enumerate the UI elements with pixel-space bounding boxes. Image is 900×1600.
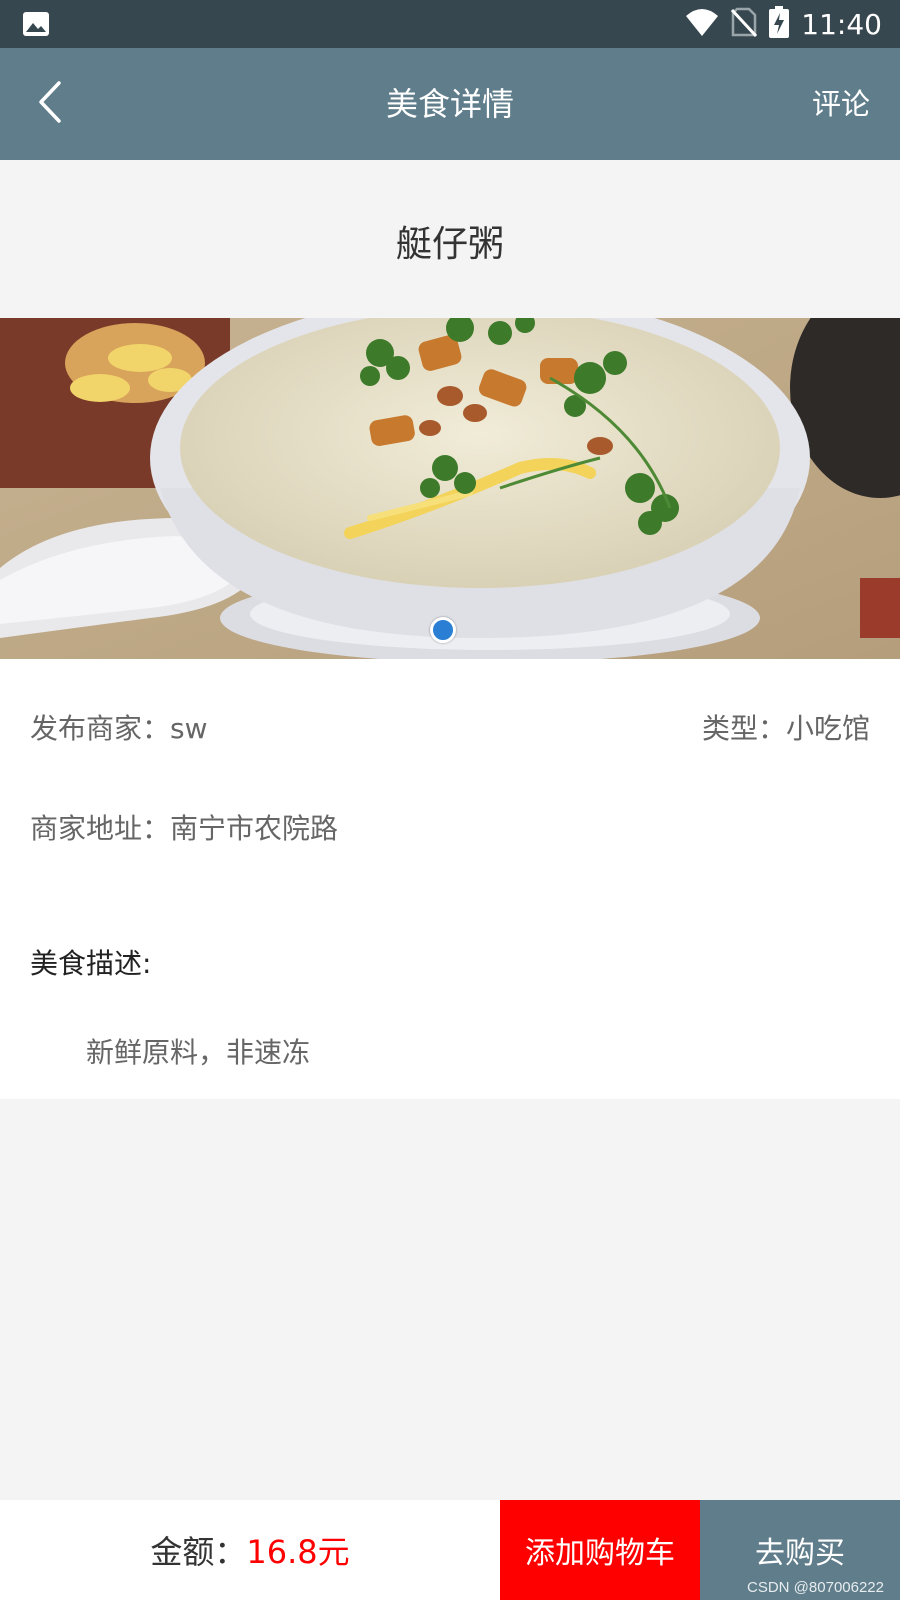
- carousel-indicator-dot[interactable]: [430, 617, 456, 643]
- merchant-label: 发布商家：: [30, 712, 171, 745]
- status-bar: 11:40: [0, 0, 900, 48]
- bowl-of-congee-image: [0, 318, 900, 659]
- battery-charging-icon: [769, 6, 790, 42]
- amount-label: 金额：: [150, 1533, 247, 1571]
- type-row: 类型：小吃馆: [702, 707, 870, 747]
- food-info-section: 发布商家：sw 类型：小吃馆 商家地址：南宁市农院路 美食描述: 新鲜原料，非速…: [0, 659, 900, 1099]
- wifi-icon: [685, 8, 719, 40]
- type-label: 类型：: [701, 712, 786, 745]
- food-name: 艇仔粥: [395, 224, 504, 265]
- comment-button[interactable]: 评论: [812, 48, 870, 160]
- merchant-value: sw: [170, 712, 208, 745]
- address-value: 南宁市农院路: [170, 812, 339, 845]
- amount-display: 金额： 16.8元: [0, 1500, 500, 1600]
- food-image-carousel[interactable]: [0, 318, 900, 659]
- merchant-row: 发布商家：sw: [30, 707, 208, 747]
- watermark: CSDN @807006222: [747, 1579, 884, 1596]
- status-time: 11:40: [801, 7, 882, 41]
- description-label: 美食描述:: [30, 947, 152, 980]
- app-bar: 美食详情 评论: [0, 48, 900, 160]
- back-button[interactable]: [20, 74, 80, 134]
- no-sim-icon: [731, 7, 758, 41]
- status-icons: 11:40: [685, 6, 882, 42]
- description-text: 新鲜原料，非速冻: [86, 1036, 311, 1069]
- food-name-header: 艇仔粥: [0, 160, 900, 318]
- page-title: 美食详情: [385, 85, 514, 123]
- add-to-cart-button[interactable]: 添加购物车: [500, 1500, 700, 1600]
- type-value: 小吃馆: [785, 712, 870, 745]
- back-arrow-icon: [35, 80, 65, 128]
- bottom-action-bar: 金额： 16.8元 添加购物车 去购买 CSDN @807006222: [0, 1500, 900, 1600]
- address-label: 商家地址：: [30, 812, 171, 845]
- image-notification-icon: [22, 11, 50, 41]
- address-row: 商家地址：南宁市农院路: [30, 807, 338, 847]
- amount-value: 16.8元: [246, 1533, 350, 1571]
